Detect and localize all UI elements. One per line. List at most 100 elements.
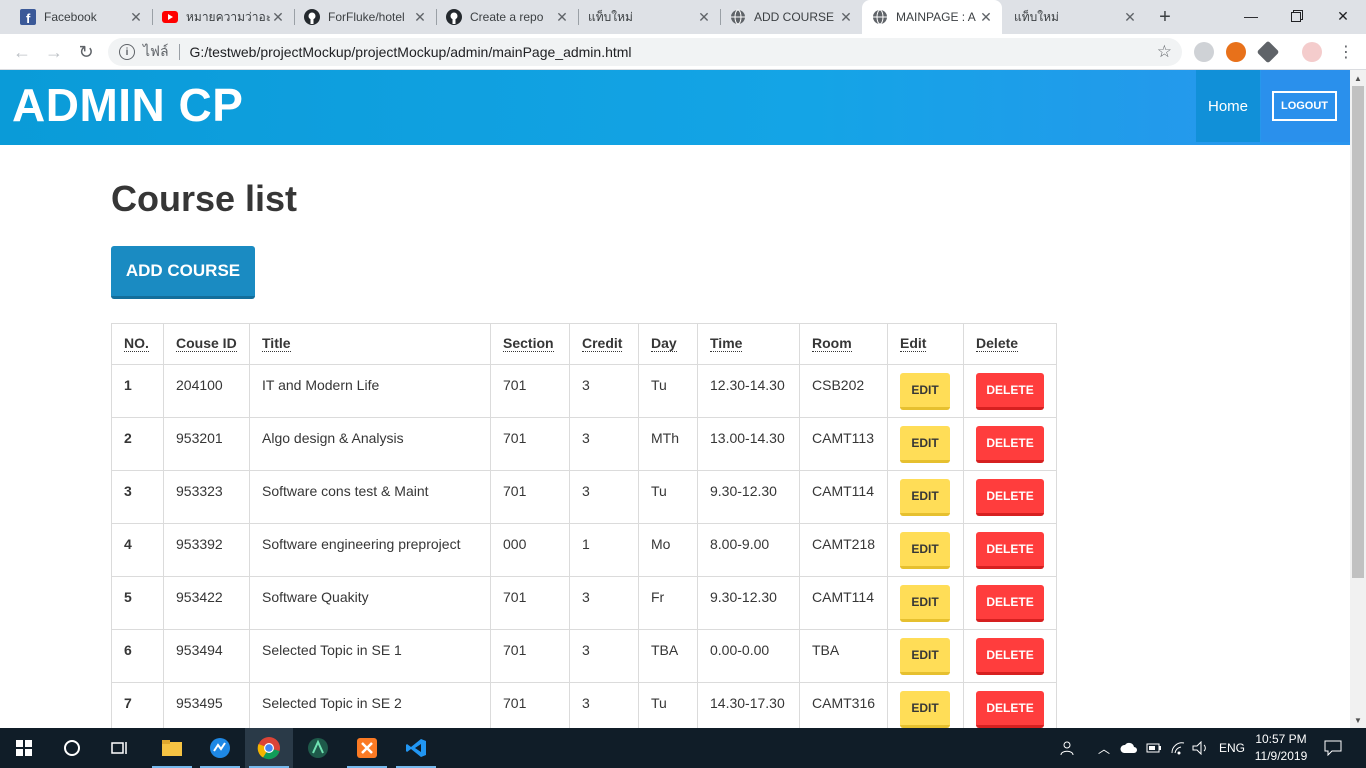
app-icon[interactable] [294,728,342,768]
edit-button[interactable]: EDIT [900,426,951,463]
reload-icon[interactable]: ↻ [74,40,98,64]
people-icon[interactable] [1060,728,1078,768]
cell-course-id: 204100 [163,364,250,418]
delete-button[interactable]: DELETE [976,585,1045,622]
onedrive-cloud-icon[interactable] [1120,728,1138,768]
close-icon[interactable]: ✕ [554,9,570,25]
cell-time: 12.30-14.30 [697,364,800,418]
table-row: 7 953495 Selected Topic in SE 2 701 3 Tu 14.30… [111,682,1058,728]
tab-title: ForFluke/hotel [328,10,405,24]
tab-github-create-repo[interactable]: Create a repo ✕ [436,0,578,34]
windows-taskbar: ︿ ENG 10:57 PM 11/9/2019 [0,728,1366,768]
delete-button[interactable]: DELETE [976,638,1045,675]
brand-title[interactable]: ADMIN CP [12,78,243,132]
edit-button[interactable]: EDIT [900,691,951,728]
edit-button[interactable]: EDIT [900,479,951,516]
youtube-icon [162,9,178,25]
xampp-icon[interactable] [343,728,391,768]
extension-icon[interactable] [1194,42,1214,62]
new-tab-button[interactable]: + [1153,5,1177,29]
extension-icon[interactable] [1226,42,1246,62]
edit-button[interactable]: EDIT [900,532,951,569]
info-icon[interactable]: i [119,44,135,60]
cell-title: Software cons test & Maint [249,470,491,524]
close-icon[interactable]: ✕ [270,9,286,25]
column-header: NO. [111,323,164,365]
clock-date: 11/9/2019 [1254,749,1308,763]
chevron-up-icon[interactable]: ︿ [1098,728,1110,768]
close-icon[interactable]: ✕ [128,9,144,25]
scroll-up-arrow-icon[interactable]: ▲ [1350,70,1366,86]
close-icon[interactable]: ✕ [696,9,712,25]
menu-kebab-icon[interactable]: ⋮ [1334,40,1358,64]
globe-icon [730,9,746,25]
column-header: Title [249,323,491,365]
tab-new-tab-1[interactable]: แท็บใหม่ ✕ [578,0,720,34]
nav-logout-item: LOGOUT [1261,70,1350,142]
windows-start-icon[interactable] [0,728,48,768]
tab-new-tab-2[interactable]: แท็บใหม่ ✕ [1004,0,1146,34]
cell-course-id: 953494 [163,629,250,683]
tab-mainpage-active[interactable]: MAINPAGE : A ✕ [862,0,1002,34]
logout-button[interactable]: LOGOUT [1272,91,1337,121]
task-view-icon[interactable] [96,728,144,768]
nav-home-link[interactable]: Home [1196,70,1260,142]
cell-edit: EDIT [887,470,965,524]
delete-button[interactable]: DELETE [976,532,1045,569]
course-table: NO. Couse ID Title Section Credit Day Ti… [111,323,1058,728]
back-arrow-icon[interactable]: ← [10,40,34,64]
app-icon[interactable] [196,728,244,768]
scroll-down-arrow-icon[interactable]: ▼ [1350,712,1366,728]
delete-button[interactable]: DELETE [976,691,1045,728]
cell-credit: 3 [569,576,639,630]
close-icon[interactable]: ✕ [1122,9,1138,25]
speaker-icon[interactable] [1192,728,1210,768]
scrollbar-thumb[interactable] [1352,86,1364,578]
cell-course-id: 953495 [163,682,250,728]
cell-delete: DELETE [963,629,1058,683]
cell-delete: DELETE [963,576,1058,630]
battery-icon[interactable] [1146,728,1162,768]
forward-arrow-icon[interactable]: → [42,40,66,64]
tab-youtube[interactable]: หมายความว่าอะไร ✕ [152,0,294,34]
column-header: Couse ID [163,323,250,365]
cell-day: Mo [638,523,698,577]
profile-avatar[interactable] [1302,42,1322,62]
page-scrollbar[interactable]: ▲ ▼ [1350,70,1366,728]
notification-icon[interactable] [1324,728,1342,768]
extension-icon[interactable] [1256,40,1280,64]
tab-github-hotel[interactable]: ForFluke/hotel ✕ [294,0,436,34]
cell-title: Software Quakity [249,576,491,630]
taskbar-clock[interactable]: 10:57 PM 11/9/2019 [1254,731,1308,765]
cell-time: 8.00-9.00 [697,523,800,577]
cell-no: 1 [111,364,164,418]
search-circle-icon[interactable] [48,728,96,768]
cell-title: Algo design & Analysis [249,417,491,471]
minimize-button[interactable]: — [1228,0,1274,32]
tab-add-course[interactable]: ADD COURSE ✕ [720,0,862,34]
close-icon[interactable]: ✕ [978,9,994,25]
vscode-icon[interactable] [392,728,440,768]
bookmark-star-icon[interactable]: ☆ [1157,42,1172,62]
address-bar[interactable]: i ไฟล์ G:/testweb/projectMockup/projectM… [108,38,1182,66]
url-text[interactable]: G:/testweb/projectMockup/projectMockup/a… [190,44,632,60]
edit-button[interactable]: EDIT [900,373,951,410]
wifi-icon[interactable] [1170,728,1186,768]
column-header: Edit [887,323,965,365]
language-indicator[interactable]: ENG [1219,728,1245,768]
add-course-button[interactable]: ADD COURSE [111,246,255,299]
edit-button[interactable]: EDIT [900,638,951,675]
delete-button[interactable]: DELETE [976,479,1045,516]
close-icon[interactable]: ✕ [412,9,428,25]
tab-facebook[interactable]: f Facebook ✕ [0,0,152,34]
edit-button[interactable]: EDIT [900,585,951,622]
close-window-button[interactable]: ✕ [1320,0,1366,32]
chrome-icon[interactable] [245,728,293,768]
restore-button[interactable] [1274,0,1320,32]
delete-button[interactable]: DELETE [976,426,1045,463]
file-explorer-icon[interactable] [148,728,196,768]
cell-credit: 3 [569,629,639,683]
cell-day: MTh [638,417,698,471]
close-icon[interactable]: ✕ [838,9,854,25]
delete-button[interactable]: DELETE [976,373,1045,410]
